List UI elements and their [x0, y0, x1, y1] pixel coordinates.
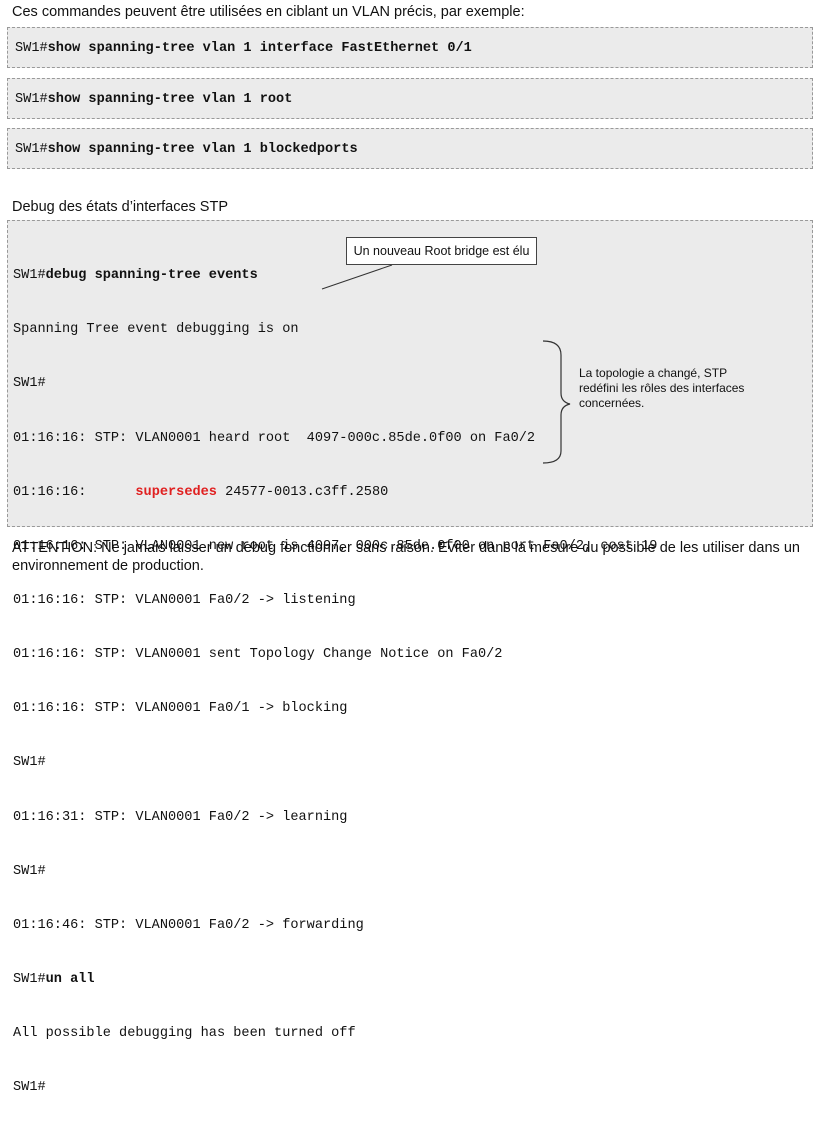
- debug-line: 01:16:16: STP: VLAN0001 sent Topology Ch…: [13, 647, 503, 663]
- command-line-1: SW1#show spanning-tree vlan 1 interface …: [15, 41, 472, 56]
- debug-line: 01:16:31: STP: VLAN0001 Fa0/2 -> learnin…: [13, 809, 348, 825]
- debug-line: 01:16:16: STP: VLAN0001 Fa0/2 -> listeni…: [13, 592, 356, 608]
- debug-text: 24577-0013.c3ff.2580: [216, 484, 389, 500]
- topology-note: La topologie a changé, STP redéfini les …: [579, 366, 745, 410]
- command-box-3: SW1#show spanning-tree vlan 1 blockedpor…: [7, 128, 813, 169]
- debug-text: 01:16:16:: [13, 484, 136, 500]
- debug-line: Spanning Tree event debugging is on: [13, 322, 299, 338]
- cli-command: show spanning-tree vlan 1 interface Fast…: [47, 41, 472, 56]
- warning-text: ATTENTION: Ne jamais laisser un debug fo…: [12, 540, 800, 574]
- cli-prompt: SW1#: [13, 268, 46, 284]
- command-box-2: SW1#show spanning-tree vlan 1 root: [7, 78, 813, 119]
- debug-line: 01:16:16: STP: VLAN0001 heard root 4097-…: [13, 430, 536, 446]
- debug-line: 01:16:16: STP: VLAN0001 Fa0/1 -> blockin…: [13, 701, 348, 717]
- cli-prompt: SW1#: [13, 971, 46, 987]
- debug-line: 01:16:16: supersedes 24577-0013.c3ff.258…: [13, 484, 657, 502]
- debug-line: SW1#un all: [13, 971, 657, 989]
- cli-command: debug spanning-tree events: [45, 268, 258, 284]
- cli-command: un all: [45, 971, 95, 987]
- debug-line: SW1#: [13, 376, 46, 392]
- command-line-2: SW1#show spanning-tree vlan 1 root: [15, 92, 292, 107]
- command-box-1: SW1#show spanning-tree vlan 1 interface …: [7, 27, 813, 68]
- cli-command: show spanning-tree vlan 1 root: [47, 92, 293, 107]
- cli-prompt: SW1#: [15, 92, 48, 107]
- debug-line: 01:16:46: STP: VLAN0001 Fa0/2 -> forward…: [13, 917, 364, 933]
- highlight-supersedes: supersedes: [135, 484, 217, 500]
- command-line-3: SW1#show spanning-tree vlan 1 blockedpor…: [15, 142, 358, 157]
- debug-line: SW1#debug spanning-tree events: [13, 267, 657, 285]
- cli-prompt: SW1#: [15, 41, 48, 56]
- debug-line: SW1#: [13, 863, 46, 879]
- debug-line: SW1#: [13, 755, 46, 771]
- cli-command: show spanning-tree vlan 1 blockedports: [47, 142, 358, 157]
- debug-line: SW1#: [13, 1080, 46, 1096]
- cli-prompt: SW1#: [15, 142, 48, 157]
- debug-section-title: Debug des états d’interfaces STP: [12, 199, 229, 215]
- debug-line: All possible debugging has been turned o…: [13, 1026, 356, 1042]
- callout-root-bridge: Un nouveau Root bridge est élu: [346, 237, 537, 265]
- intro-text: Ces commandes peuvent être utilisées en …: [12, 4, 525, 20]
- debug-output: SW1#debug spanning-tree events Spanning …: [13, 231, 657, 1133]
